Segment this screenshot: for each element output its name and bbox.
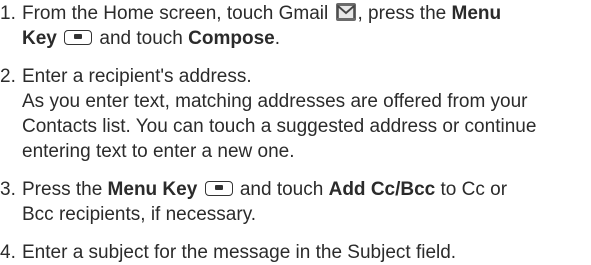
- step-number: 4.: [0, 242, 16, 263]
- key-label: Key: [22, 28, 63, 49]
- compose-label: Compose: [188, 28, 275, 49]
- step-text: .: [274, 28, 281, 49]
- step-1: 1. From the Home screen, touch Gmail , p…: [0, 1, 591, 51]
- step-3: 3. Press the Menu Key and touch Add Cc/B…: [0, 177, 591, 227]
- step-4: 4. Enter a subject for the message in th…: [0, 240, 591, 265]
- menu-label: Menu: [451, 3, 502, 24]
- step-text: Enter a subject for the message in the S…: [22, 242, 457, 263]
- step-text: Press the: [22, 179, 108, 200]
- step-text: Enter a recipient's address.: [22, 66, 252, 87]
- step-text: to Cc or: [435, 179, 508, 200]
- menu-key-icon: [64, 30, 93, 45]
- step-text: From the Home screen, touch Gmail: [22, 3, 334, 24]
- step-2: 2. Enter a recipient's address. As you e…: [0, 64, 591, 164]
- instruction-list: 1. From the Home screen, touch Gmail , p…: [0, 0, 591, 265]
- step-number: 1.: [0, 3, 16, 24]
- step-text: Contacts list. You can touch a suggested…: [22, 116, 537, 137]
- step-text: and touch: [94, 28, 189, 49]
- add-cc-bcc-label: Add Cc/Bcc: [328, 179, 436, 200]
- step-number: 2.: [0, 66, 16, 87]
- menu-key-icon: [204, 181, 233, 196]
- step-text: entering text to enter a new one.: [22, 141, 295, 162]
- step-number: 3.: [0, 179, 16, 200]
- step-text: , press the: [357, 3, 452, 24]
- step-text: Bcc recipients, if necessary.: [22, 204, 257, 225]
- gmail-icon: [335, 2, 357, 22]
- menu-key-label: Menu Key: [107, 179, 198, 200]
- step-text: and touch: [234, 179, 329, 200]
- step-text: As you enter text, matching addresses ar…: [22, 91, 528, 112]
